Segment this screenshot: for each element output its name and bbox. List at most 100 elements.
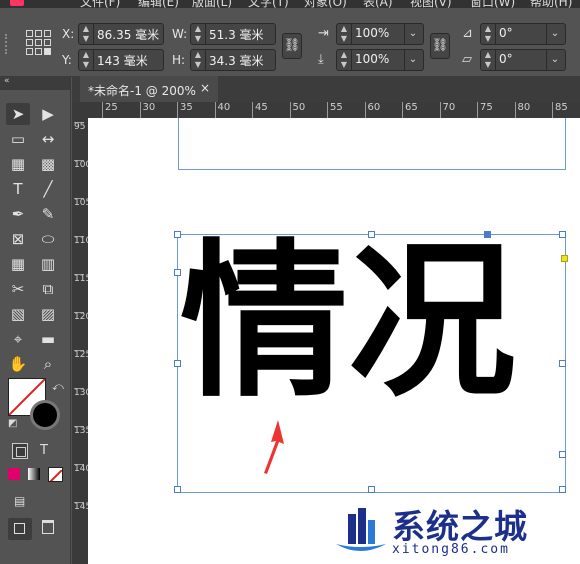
height-stepper[interactable]: ▲ ▼ — [191, 50, 206, 70]
scale-y-stepper[interactable]: ▲ ▼ — [337, 50, 352, 70]
constrain-proportions-icon[interactable]: ⛓ — [282, 33, 302, 59]
ruler-tick: 35 — [177, 102, 193, 118]
direct-selection-tool-icon[interactable]: ▶ — [36, 103, 60, 125]
ruler-tick: 85 — [552, 102, 568, 118]
line-tool-icon[interactable]: ╱ — [36, 178, 60, 200]
formatting-text-icon[interactable]: T — [40, 443, 48, 458]
rotate-dropdown-icon[interactable]: ⌄ — [546, 24, 563, 44]
collapse-icon[interactable]: « — [4, 76, 10, 86]
ruler-tick: 115 — [74, 274, 88, 284]
handle-bottom-left[interactable] — [174, 486, 181, 493]
width-field[interactable]: ▲ ▼ 51.3 毫米 — [190, 23, 276, 45]
scale-x-field[interactable]: ▲ ▼ 100% ⌄ — [336, 23, 424, 45]
default-colors-icon[interactable]: ◩ — [8, 418, 17, 429]
upper-text-frame[interactable] — [178, 118, 566, 170]
shear-angle-field[interactable]: ▲ ▼ 0° ⌄ — [480, 49, 566, 71]
scale-y-icon: ⤓ — [318, 52, 324, 67]
menu-type[interactable]: 文字(T) — [248, 0, 289, 8]
ruler-tick: 30 — [139, 102, 155, 118]
selected-text-frame[interactable] — [174, 231, 568, 493]
menu-layout[interactable]: 版面(L) — [192, 0, 232, 8]
content-collector-tool-icon[interactable]: ▦ — [6, 153, 30, 175]
menu-object[interactable]: 对象(O) — [304, 0, 347, 8]
handle-bottom-right[interactable] — [559, 486, 566, 493]
handle-top-center[interactable] — [368, 231, 375, 238]
apply-color-icon[interactable] — [8, 468, 20, 480]
stroke-swatch[interactable] — [30, 400, 60, 430]
content-placer-tool-icon[interactable]: ▩ — [36, 153, 60, 175]
pencil-tool-icon[interactable]: ✎ — [36, 203, 60, 225]
menu-view[interactable]: 视图(V) — [410, 0, 452, 8]
rectangle-frame-tool-icon[interactable]: ⊠ — [6, 228, 30, 250]
ruler-tick: 40 — [214, 102, 230, 118]
ruler-tick: 120 — [74, 312, 88, 322]
watermark-subtitle: xitong86.com — [392, 542, 510, 557]
handle-top-right[interactable] — [559, 231, 566, 238]
height-field[interactable]: ▲ ▼ 34.3 毫米 — [190, 49, 276, 71]
scale-x-stepper[interactable]: ▲ ▼ — [337, 24, 352, 44]
rotate-angle-field[interactable]: ▲ ▼ 0° ⌄ — [480, 23, 566, 45]
pen-tool-icon[interactable]: ✒ — [6, 203, 30, 225]
gradient-swatch-tool-icon[interactable]: ▧ — [6, 303, 30, 325]
swap-colors-icon[interactable]: ⤺ — [52, 380, 64, 394]
apply-gradient-icon[interactable] — [28, 468, 40, 480]
normal-view-button[interactable] — [8, 518, 32, 540]
ruler-origin[interactable] — [72, 102, 89, 119]
handle-middle-left[interactable] — [174, 360, 181, 367]
free-transform-tool-icon[interactable]: ⧉ — [36, 278, 60, 300]
ruler-tick: 100 — [74, 160, 88, 170]
horizontal-ruler[interactable]: 25 30 35 40 45 50 55 60 65 70 75 80 85 — [88, 102, 580, 119]
normal-view-icon — [14, 523, 25, 534]
reference-point-icon[interactable] — [26, 30, 52, 56]
document-tab-title: *未命名-1 @ 200% — [88, 84, 196, 98]
in-port-handle[interactable] — [484, 231, 491, 238]
menu-file[interactable]: 文件(F) — [80, 0, 120, 8]
menu-help[interactable]: 帮助(H) — [530, 0, 572, 8]
y-position-field[interactable]: ▲ ▼ 143 毫米 — [78, 49, 164, 71]
scissors-tool-icon[interactable]: ✂ — [6, 278, 30, 300]
tools-panel-header[interactable]: « — [0, 76, 70, 90]
page-tool-icon[interactable]: ▭ — [6, 128, 30, 150]
width-stepper[interactable]: ▲ ▼ — [191, 24, 206, 44]
in-port-icon[interactable] — [174, 269, 181, 276]
handle-bottom-center[interactable] — [368, 486, 375, 493]
selection-tool-icon[interactable]: ➤ — [6, 103, 30, 125]
screen-mode-icon[interactable]: ▤ — [14, 494, 25, 508]
scale-y-field[interactable]: ▲ ▼ 100% ⌄ — [336, 49, 424, 71]
ruler-tick: 50 — [289, 102, 305, 118]
menu-window[interactable]: 窗口(W) — [470, 0, 515, 8]
gap-tool-icon[interactable]: ↔ — [36, 128, 60, 150]
panel-grip[interactable] — [5, 34, 11, 54]
formatting-container-icon[interactable] — [12, 443, 28, 459]
constrain-scale-icon[interactable]: ⛓ — [430, 33, 450, 59]
eyedropper-tool-icon[interactable]: ⌖ — [6, 328, 30, 350]
view-mode-icon[interactable] — [42, 520, 54, 534]
rotate-stepper[interactable]: ▲ ▼ — [481, 24, 496, 44]
scale-y-dropdown-icon[interactable]: ⌄ — [404, 50, 421, 70]
watermark-logo-icon — [336, 508, 386, 551]
shear-dropdown-icon[interactable]: ⌄ — [546, 50, 563, 70]
hand-tool-icon[interactable]: ✋ — [6, 353, 30, 375]
out-port-icon[interactable] — [559, 451, 566, 458]
apply-none-icon[interactable] — [48, 467, 63, 482]
handle-top-left[interactable] — [174, 231, 181, 238]
y-stepper[interactable]: ▲ ▼ — [79, 50, 94, 70]
gradient-feather-tool-icon[interactable]: ▨ — [36, 303, 60, 325]
note-tool-icon[interactable]: ▬ — [36, 328, 60, 350]
vertical-ruler[interactable]: 95 100 105 110 115 120 125 130 135 140 145 — [72, 118, 89, 564]
menu-table[interactable]: 表(A) — [363, 0, 393, 8]
menu-edit[interactable]: 编辑(E) — [138, 0, 179, 8]
close-tab-icon[interactable]: × — [200, 81, 210, 95]
shear-stepper[interactable]: ▲ ▼ — [481, 50, 496, 70]
scale-x-dropdown-icon[interactable]: ⌄ — [404, 24, 421, 44]
zoom-tool-icon[interactable]: ⌕ — [36, 353, 60, 375]
handle-middle-right[interactable] — [559, 360, 566, 367]
ellipse-tool-icon[interactable]: ⬭ — [36, 228, 60, 250]
table-tool-icon[interactable]: ▦ — [6, 253, 30, 275]
menu-bar: 文件(F) 编辑(E) 版面(L) 文字(T) 对象(O) 表(A) 视图(V)… — [0, 0, 580, 8]
corner-options-icon[interactable] — [561, 255, 568, 262]
type-tool-icon[interactable]: T — [6, 178, 30, 200]
grid-tool-icon[interactable]: ▥ — [36, 253, 60, 275]
x-stepper[interactable]: ▲ ▼ — [79, 24, 94, 44]
x-position-field[interactable]: ▲ ▼ 86.35 毫米 — [78, 23, 164, 45]
